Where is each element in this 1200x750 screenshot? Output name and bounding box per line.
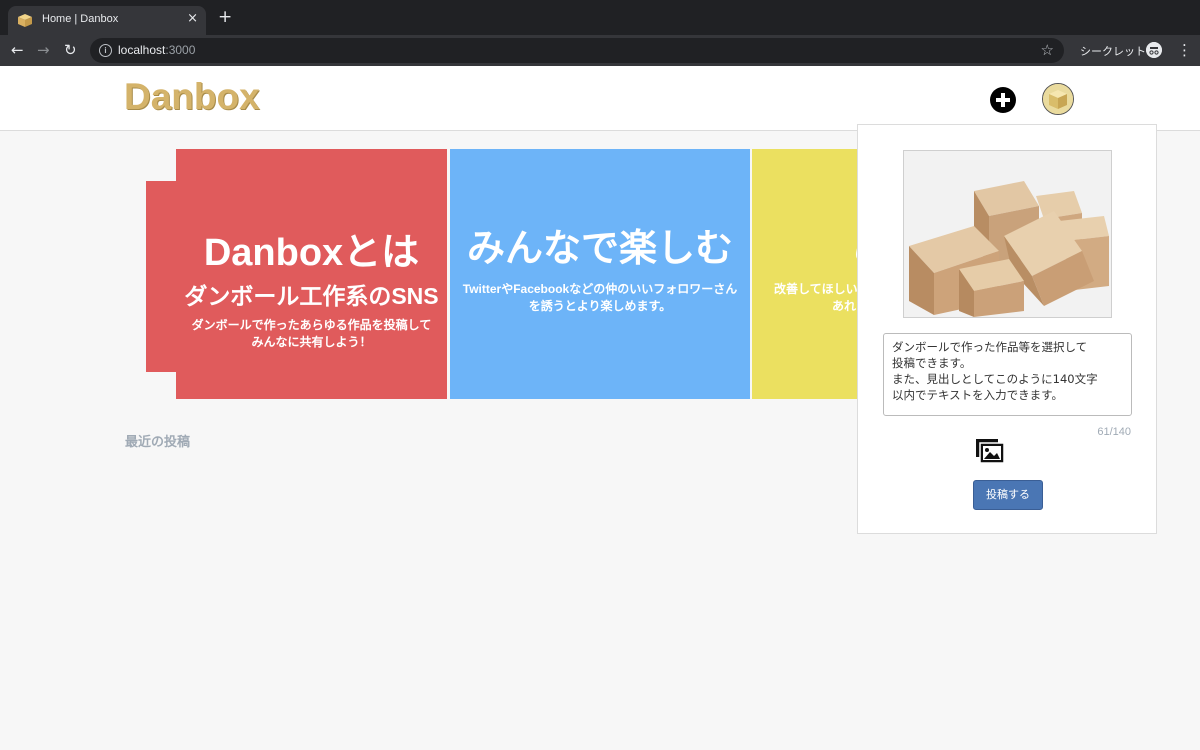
hero-panel-red-extension (146, 181, 178, 372)
tab-title: Home | Danbox (42, 13, 119, 25)
new-tab-icon[interactable]: + (218, 9, 232, 26)
hero-panel-about-title: Danboxとは (203, 232, 420, 274)
box-favicon-icon (18, 14, 32, 27)
image-picker-icon[interactable] (976, 439, 1004, 463)
reload-icon[interactable]: ↻ (64, 40, 77, 60)
forward-icon[interactable]: → (37, 40, 50, 60)
user-avatar[interactable] (1042, 83, 1074, 115)
hero-panel-enjoy-title: みんなで楽しむ (466, 228, 733, 270)
box-avatar-icon (1043, 84, 1073, 114)
hero-panel-about-body: ダンボールで作ったあらゆる作品を投稿して みんなに共有しよう！ (176, 317, 447, 351)
hero-panel-feedback-body-line1: 改善してほしい (774, 282, 858, 296)
site-logo[interactable]: Danbox (124, 76, 260, 118)
url-text: localhost:3000 (118, 43, 195, 57)
incognito-label: シークレット (1080, 45, 1146, 58)
hero-panel-about: Danboxとは ダンボール工作系のSNS ダンボールで作ったあらゆる作品を投稿… (176, 149, 447, 399)
hero-panel-enjoy-body: TwitterやFacebookなどの仲のいいフォロワーさん を誘うとより楽しめ… (450, 281, 750, 315)
star-icon[interactable]: ☆ (1041, 41, 1054, 59)
hero-panel-enjoy: みんなで楽しむ TwitterやFacebookなどの仲のいいフォロワーさん を… (450, 149, 750, 399)
submit-post-button[interactable]: 投稿する (973, 480, 1043, 510)
browser-toolbar: ← → ↻ i localhost:3000 ☆ シークレット ⋮ (0, 35, 1200, 66)
tab-close-icon[interactable]: × (187, 11, 198, 26)
hero-panel-feedback-title: こ (752, 227, 862, 271)
char-counter: 61/140 (1097, 426, 1131, 438)
browser-tabbar: Home | Danbox × + (0, 0, 1200, 35)
hero-panel-feedback-body: 改善してほしい あれ (752, 281, 862, 315)
hero-panel-about-subtitle: ダンボール工作系のSNS (184, 283, 439, 309)
post-text-input[interactable]: ダンボールで作った作品等を選択して 投稿できます。 また、見出しとしてこのように… (883, 333, 1132, 416)
hero-panel-feedback-body-line2: あれ (832, 299, 857, 313)
new-post-popup: ダンボールで作った作品等を選択して 投稿できます。 また、見出しとしてこのように… (857, 124, 1157, 534)
back-icon[interactable]: ← (11, 40, 24, 60)
url-host: localhost (118, 43, 166, 57)
incognito-icon[interactable] (1146, 42, 1162, 58)
hero-panel-about-body-line2: みんなに共有しよう！ (251, 335, 372, 349)
site-header: Danbox (0, 66, 1200, 131)
selected-image-preview (903, 150, 1112, 318)
browser-tab[interactable]: Home | Danbox × (8, 6, 206, 35)
hero-panel-about-body-line1: ダンボールで作ったあらゆる作品を投稿して (191, 318, 432, 332)
recent-posts-heading: 最近の投稿 (125, 435, 191, 450)
hero-panel-enjoy-body-line2: を誘うとより楽しめます。 (528, 299, 672, 313)
add-post-icon[interactable] (990, 87, 1016, 113)
info-icon[interactable]: i (99, 44, 112, 57)
cardboard-boxes-photo (904, 151, 1111, 317)
hero-panel-enjoy-body-line1: TwitterやFacebookなどの仲のいいフォロワーさん (462, 282, 738, 296)
hero-panel-feedback: こ 改善してほしい あれ (752, 149, 862, 399)
url-port: :3000 (165, 43, 196, 57)
address-bar[interactable]: i localhost:3000 ☆ (90, 38, 1064, 63)
menu-icon[interactable]: ⋮ (1177, 41, 1192, 59)
